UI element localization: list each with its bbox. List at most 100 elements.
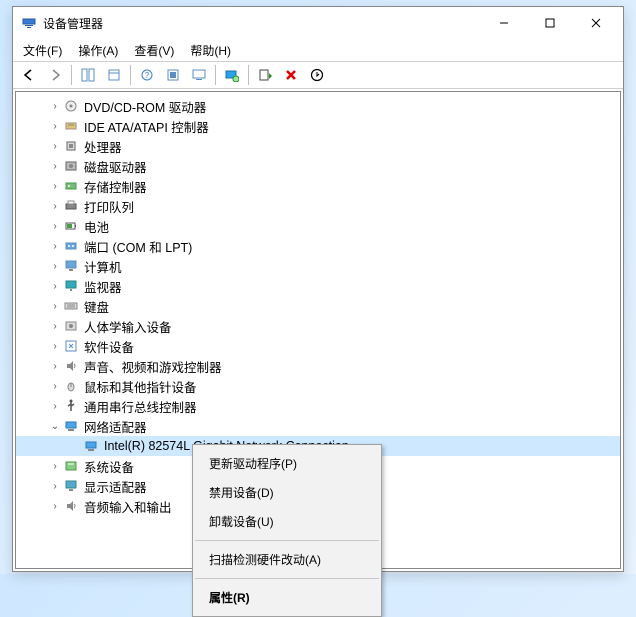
tree-node-label: 端口 (COM 和 LPT) <box>84 237 192 256</box>
audio-icon <box>62 358 80 374</box>
help-toolbar-button[interactable]: ? <box>135 63 159 87</box>
printer-icon <box>62 198 80 214</box>
maximize-button[interactable] <box>527 7 573 39</box>
tree-node-label: DVD/CD-ROM 驱动器 <box>84 97 206 116</box>
refresh-toolbar-button[interactable] <box>161 63 185 87</box>
action-toolbar-button[interactable] <box>187 63 211 87</box>
chevron-right-icon[interactable]: › <box>48 161 62 172</box>
svg-text:?: ? <box>145 71 150 80</box>
app-icon <box>21 15 37 31</box>
system-icon <box>62 458 80 474</box>
chevron-right-icon[interactable]: › <box>48 341 62 352</box>
tree-node[interactable]: › 端口 (COM 和 LPT) <box>16 236 620 256</box>
chevron-right-icon[interactable]: › <box>48 201 62 212</box>
usb-icon <box>62 398 80 414</box>
tree-node[interactable]: ›软件设备 <box>16 336 620 356</box>
separator <box>130 65 131 85</box>
ide-icon <box>62 118 80 134</box>
tree-node[interactable]: › 通用串行总线控制器 <box>16 396 620 416</box>
tree-node[interactable]: › 打印队列 <box>16 196 620 216</box>
disk-icon <box>62 158 80 174</box>
tree-node[interactable]: › DVD/CD-ROM 驱动器 <box>16 96 620 116</box>
show-hide-button[interactable] <box>76 63 100 87</box>
chevron-down-icon[interactable]: ⌄ <box>48 421 62 432</box>
tree-node-label: 通用串行总线控制器 <box>84 397 197 416</box>
chevron-right-icon[interactable]: › <box>48 141 62 152</box>
update-driver-button[interactable] <box>253 63 277 87</box>
battery-icon <box>62 218 80 234</box>
separator <box>195 578 379 579</box>
network-icon <box>82 438 100 454</box>
titlebar: 设备管理器 <box>13 7 623 39</box>
network-icon <box>62 418 80 434</box>
uninstall-device-button[interactable] <box>305 63 329 87</box>
chevron-right-icon[interactable]: › <box>48 101 62 112</box>
tree-node-label: 音频输入和输出 <box>84 497 172 516</box>
tree-node[interactable]: › 键盘 <box>16 296 620 316</box>
hid-icon <box>62 318 80 334</box>
chevron-right-icon[interactable]: › <box>48 461 62 472</box>
separator <box>195 540 379 541</box>
back-button[interactable] <box>17 63 41 87</box>
tree-node[interactable]: › 磁盘驱动器 <box>16 156 620 176</box>
ctx-scan-hardware[interactable]: 扫描检测硬件改动(A) <box>193 545 381 574</box>
ctx-uninstall-device[interactable]: 卸载设备(U) <box>193 507 381 536</box>
tree-node[interactable]: ›计算机 <box>16 256 620 276</box>
chevron-right-icon[interactable]: › <box>48 221 62 232</box>
tree-node[interactable]: › 声音、视频和游戏控制器 <box>16 356 620 376</box>
minimize-button[interactable] <box>481 7 527 39</box>
chevron-right-icon[interactable]: › <box>48 121 62 132</box>
tree-node[interactable]: › 监视器 <box>16 276 620 296</box>
tree-node[interactable]: ›存储控制器 <box>16 176 620 196</box>
chevron-right-icon[interactable]: › <box>48 361 62 372</box>
menu-action[interactable]: 操作(A) <box>70 41 126 60</box>
chevron-right-icon[interactable]: › <box>48 481 62 492</box>
chevron-right-icon[interactable]: › <box>48 321 62 332</box>
mouse-icon <box>62 378 80 394</box>
window-title: 设备管理器 <box>43 15 481 32</box>
chevron-right-icon[interactable]: › <box>48 241 62 252</box>
chevron-right-icon[interactable]: › <box>48 381 62 392</box>
separator <box>248 65 249 85</box>
tree-node[interactable]: ›IDE ATA/ATAPI 控制器 <box>16 116 620 136</box>
tree-node-label: 系统设备 <box>84 457 134 476</box>
chevron-right-icon[interactable]: › <box>48 301 62 312</box>
tree-node-label: 磁盘驱动器 <box>84 157 147 176</box>
chevron-right-icon[interactable]: › <box>48 501 62 512</box>
chevron-right-icon[interactable]: › <box>48 261 62 272</box>
chevron-right-icon[interactable]: › <box>48 181 62 192</box>
tree-node[interactable]: ⌄网络适配器 <box>16 416 620 436</box>
tree-node[interactable]: › 处理器 <box>16 136 620 156</box>
tree-node-label: 声音、视频和游戏控制器 <box>84 357 222 376</box>
menu-help[interactable]: 帮助(H) <box>182 41 239 60</box>
port-icon <box>62 238 80 254</box>
tree-node[interactable]: › 鼠标和其他指针设备 <box>16 376 620 396</box>
ctx-update-driver[interactable]: 更新驱动程序(P) <box>193 449 381 478</box>
software-icon <box>62 338 80 354</box>
tree-node-label: 键盘 <box>84 297 109 316</box>
storage-icon <box>62 178 80 194</box>
tree-node-label: 打印队列 <box>84 197 134 216</box>
chevron-right-icon[interactable]: › <box>48 281 62 292</box>
ctx-properties[interactable]: 属性(R) <box>193 583 381 612</box>
ctx-disable-device[interactable]: 禁用设备(D) <box>193 478 381 507</box>
tree-node-label: 人体学输入设备 <box>84 317 172 336</box>
tree-node-label: 鼠标和其他指针设备 <box>84 377 197 396</box>
scan-hardware-button[interactable] <box>220 63 244 87</box>
tree-node-label: 监视器 <box>84 277 122 296</box>
cpu-icon <box>62 138 80 154</box>
chevron-right-icon[interactable]: › <box>48 401 62 412</box>
disable-device-button[interactable] <box>279 63 303 87</box>
tree-node[interactable]: › 人体学输入设备 <box>16 316 620 336</box>
menu-file[interactable]: 文件(F) <box>15 41 70 60</box>
separator <box>71 65 72 85</box>
properties-toolbar-button[interactable] <box>102 63 126 87</box>
tree-node-label: 处理器 <box>84 137 122 156</box>
close-button[interactable] <box>573 7 619 39</box>
display-icon <box>62 478 80 494</box>
tree-node[interactable]: ›电池 <box>16 216 620 236</box>
forward-button[interactable] <box>43 63 67 87</box>
menu-view[interactable]: 查看(V) <box>126 41 182 60</box>
keyboard-icon <box>62 298 80 314</box>
toolbar: ? <box>13 61 623 89</box>
